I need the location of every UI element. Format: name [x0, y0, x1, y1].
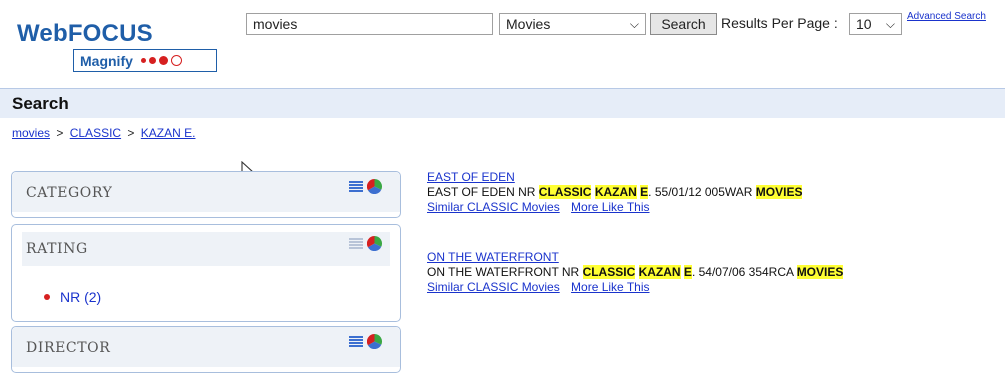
facet-category-controls — [349, 179, 382, 194]
bullet-icon — [44, 294, 50, 300]
breadcrumb: movies > CLASSIC > KAZAN E. — [12, 126, 195, 140]
chevron-down-icon: ⌵ — [629, 17, 639, 31]
highlight-term: KAZAN — [594, 185, 637, 199]
search-type-value: Movies — [506, 16, 551, 32]
result-links: Similar CLASSIC Movies More Like This — [427, 280, 843, 294]
page-title-bar: Search — [0, 88, 1005, 118]
facet-category-panel[interactable]: CATEGORY — [11, 171, 401, 218]
advanced-search-link[interactable]: Advanced Search — [907, 11, 986, 22]
search-input[interactable] — [246, 13, 493, 35]
breadcrumb-classic-link[interactable]: CLASSIC — [70, 126, 121, 140]
results-per-page-label: Results Per Page : — [721, 15, 838, 31]
list-view-icon[interactable] — [349, 335, 363, 348]
highlight-term: MOVIES — [755, 185, 803, 199]
results-per-page-value: 10 — [856, 16, 872, 32]
search-result: ON THE WATERFRONT ON THE WATERFRONT NR C… — [427, 250, 844, 294]
facet-director-controls — [349, 334, 382, 349]
pie-chart-icon[interactable] — [367, 334, 382, 349]
breadcrumb-separator: > — [56, 126, 64, 140]
highlight-term: E — [640, 185, 649, 199]
facet-rating-item-label: NR (2) — [60, 289, 102, 305]
facet-rating-panel: RATING NR (2) — [11, 224, 401, 322]
facet-rating-header[interactable]: RATING — [22, 232, 390, 266]
result-description: EAST OF EDEN NR CLASSIC KAZAN E. 55/01/1… — [427, 185, 803, 199]
highlight-term: KAZAN — [638, 265, 681, 279]
result-description: ON THE WATERFRONT NR CLASSIC KAZAN E. 54… — [427, 265, 844, 279]
result-title-link[interactable]: EAST OF EDEN — [427, 170, 802, 184]
facet-rating-controls — [349, 236, 382, 251]
more-like-this-link[interactable]: More Like This — [571, 280, 649, 294]
facet-rating-title: RATING — [26, 241, 88, 257]
list-view-icon[interactable] — [349, 180, 363, 193]
pie-chart-icon[interactable] — [367, 236, 382, 251]
result-title-link[interactable]: ON THE WATERFRONT — [427, 250, 843, 264]
list-view-icon[interactable] — [349, 237, 363, 250]
highlight-term: E — [683, 265, 692, 279]
highlight-term: CLASSIC — [582, 265, 636, 279]
app-logo-subtitle: Magnify — [80, 52, 133, 69]
breadcrumb-kazan-link[interactable]: KAZAN E. — [141, 126, 196, 140]
similar-classic-movies-link[interactable]: Similar CLASSIC Movies — [427, 200, 560, 214]
highlight-term: MOVIES — [796, 265, 844, 279]
results-per-page-select[interactable]: 10 ⌵ — [849, 13, 902, 35]
facet-director-panel[interactable]: DIRECTOR — [11, 326, 401, 373]
result-links: Similar CLASSIC Movies More Like This — [427, 200, 802, 214]
chevron-down-icon: ⌵ — [885, 17, 895, 31]
logo-dots-icon — [140, 55, 182, 66]
pie-chart-icon[interactable] — [367, 179, 382, 194]
breadcrumb-root-link[interactable]: movies — [12, 126, 50, 140]
highlight-term: CLASSIC — [538, 185, 592, 199]
search-result: EAST OF EDEN EAST OF EDEN NR CLASSIC KAZ… — [427, 170, 803, 214]
search-button[interactable]: Search — [650, 13, 717, 35]
facet-director-header[interactable]: DIRECTOR — [12, 327, 400, 367]
app-logo-title: WebFOCUS — [17, 20, 153, 47]
facet-rating-item-nr[interactable]: NR (2) — [44, 289, 101, 305]
facet-category-title: CATEGORY — [26, 185, 113, 201]
similar-classic-movies-link[interactable]: Similar CLASSIC Movies — [427, 280, 560, 294]
page-title: Search — [12, 94, 69, 113]
facet-category-header[interactable]: CATEGORY — [12, 172, 400, 212]
more-like-this-link[interactable]: More Like This — [571, 200, 649, 214]
search-type-select[interactable]: Movies ⌵ — [499, 13, 646, 35]
app-logo-badge: Magnify — [73, 49, 217, 72]
breadcrumb-separator: > — [127, 126, 135, 140]
facet-director-title: DIRECTOR — [26, 340, 111, 356]
